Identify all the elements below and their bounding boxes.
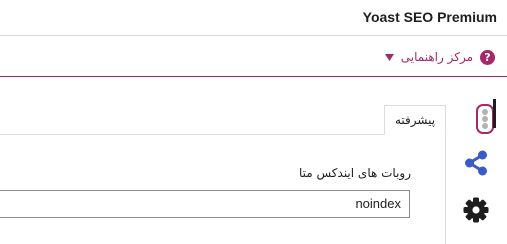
active-indicator: [493, 99, 496, 128]
sidebar: [447, 100, 507, 244]
sidebar-item-settings[interactable]: [463, 197, 489, 227]
question-circle-icon: ?: [480, 49, 495, 65]
gear-icon: [463, 197, 489, 223]
app-title: Yoast SEO Premium: [362, 9, 497, 25]
tab-advanced[interactable]: پیشرفته: [384, 105, 446, 135]
sidebar-item-more[interactable]: [476, 104, 494, 138]
share-icon: [465, 150, 487, 176]
sidebar-item-social[interactable]: [464, 150, 488, 180]
robots-meta-select[interactable]: noindex: [0, 190, 410, 218]
caret-down-icon: [384, 53, 394, 61]
tab-divider: [0, 134, 385, 135]
help-center-bar: ? مرکز راهنمایی: [0, 37, 507, 77]
robots-meta-value: noindex: [355, 196, 401, 211]
robots-meta-label: روبات های ایندکس متا: [298, 166, 411, 180]
help-center-toggle[interactable]: ? مرکز راهنمایی: [384, 48, 495, 66]
help-center-label: مرکز راهنمایی: [400, 50, 473, 64]
editor-header: Yoast SEO Premium: [0, 0, 507, 36]
more-vertical-icon: [476, 104, 494, 134]
settings-panel: [0, 134, 446, 244]
